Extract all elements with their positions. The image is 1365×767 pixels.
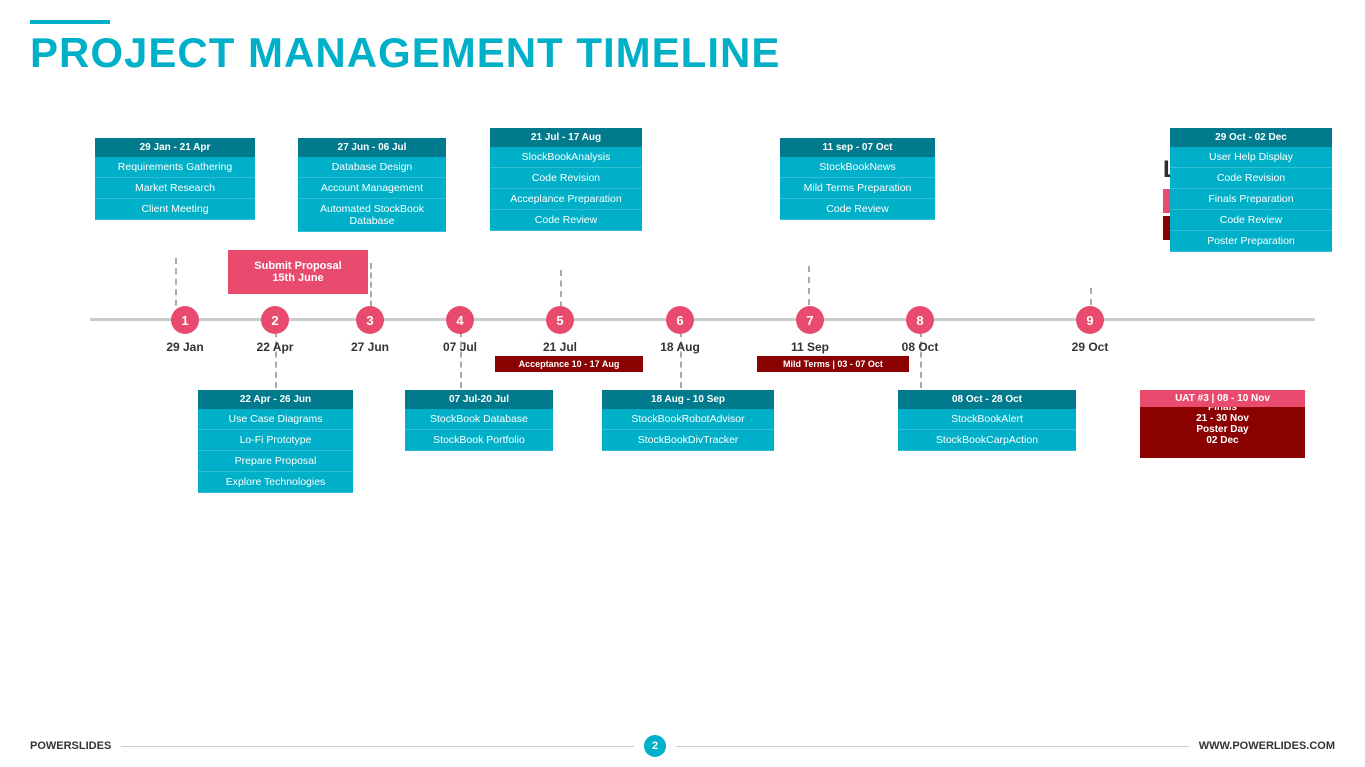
top-card-5-item4: Code Review bbox=[1170, 210, 1332, 231]
top-card-3-item3: Acceplance Preparation bbox=[490, 189, 642, 210]
footer-page: 2 bbox=[644, 735, 666, 757]
bc5-container: UAT #3 | 08 - 10 Nov Finals21 - 30 NovPo… bbox=[1140, 390, 1305, 458]
top-card-5-item1: User Help Display bbox=[1170, 147, 1332, 168]
bc4-item1: StockBookAlert bbox=[898, 409, 1076, 430]
top-card-1: 29 Jan - 21 Apr Requirements Gathering M… bbox=[95, 138, 255, 220]
top-card-4-item1: StockBookNews bbox=[780, 157, 935, 178]
bc2-item1: StockBook Database bbox=[405, 409, 553, 430]
node-7: 7 bbox=[796, 306, 824, 334]
node-5: 5 bbox=[546, 306, 574, 334]
page-title: PROJECT MANAGEMENT TIMELINE bbox=[30, 32, 1335, 74]
footer-line-left bbox=[121, 746, 634, 747]
node-8: 8 bbox=[906, 306, 934, 334]
bc1-item2: Lo-Fi Prototype bbox=[198, 430, 353, 451]
top-card-2-item2: Account Management bbox=[298, 178, 446, 199]
node-label-3: 27 Jun bbox=[351, 340, 389, 354]
top-card-1-item2: Market Research bbox=[95, 178, 255, 199]
node-label-2: 22 Apr bbox=[257, 340, 294, 354]
node-label-8: 08 Oct bbox=[902, 340, 939, 354]
bottom-card-4: 08 Oct - 28 Oct StockBookAlert StockBook… bbox=[898, 390, 1076, 451]
top-card-2: 27 Jun - 06 Jul Database Design Account … bbox=[298, 138, 446, 232]
title-part1: PROJECT MANAGEMENT bbox=[30, 29, 576, 76]
node-label-9: 29 Oct bbox=[1072, 340, 1109, 354]
uat2-sub: Mild Terms | 03 - 07 Oct bbox=[757, 356, 909, 372]
bc3-header: 18 Aug - 10 Sep bbox=[602, 390, 774, 409]
node-4: 4 bbox=[446, 306, 474, 334]
top-card-1-header: 29 Jan - 21 Apr bbox=[95, 138, 255, 157]
top-card-4-item2: Mild Terms Preparation bbox=[780, 178, 935, 199]
bc1-item3: Prepare Proposal bbox=[198, 451, 353, 472]
node-6: 6 bbox=[666, 306, 694, 334]
top-card-5-item5: Poster Preparation bbox=[1170, 231, 1332, 252]
top-card-4-item3: Code Review bbox=[780, 199, 935, 220]
timeline-area: 1 29 Jan 2 22 Apr 3 27 Jun 4 07 Jul 5 21… bbox=[30, 88, 1335, 668]
header-bar bbox=[30, 20, 110, 24]
top-card-5-item2: Code Revision bbox=[1170, 168, 1332, 189]
top-card-5: 29 Oct - 02 Dec User Help Display Code R… bbox=[1170, 128, 1332, 252]
footer-right: WWW.POWERLIDES.COM bbox=[1199, 740, 1335, 752]
top-card-3-item4: Code Review bbox=[490, 210, 642, 231]
node-1: 1 bbox=[171, 306, 199, 334]
top-card-3-item1: SlockBookAnalysis bbox=[490, 147, 642, 168]
bc1-header: 22 Apr - 26 Jun bbox=[198, 390, 353, 409]
bc4-header: 08 Oct - 28 Oct bbox=[898, 390, 1076, 409]
proposal-box: Submit Proposal15th June bbox=[228, 250, 368, 294]
bc2-item2: StockBook Portfolio bbox=[405, 430, 553, 451]
bc5-uat3: UAT #3 | 08 - 10 Nov bbox=[1140, 390, 1305, 407]
top-card-4: 11 sep - 07 Oct StockBookNews Mild Terms… bbox=[780, 138, 935, 220]
bc1-item4: Explore Technologies bbox=[198, 472, 353, 493]
top-card-3-header: 21 Jul - 17 Aug bbox=[490, 128, 642, 147]
top-card-2-item3: Automated StockBook Database bbox=[298, 199, 446, 232]
top-card-1-item3: Client Meeting bbox=[95, 199, 255, 220]
bc3-item1: StockBookRobotAdvisor bbox=[602, 409, 774, 430]
top-card-3-item2: Code Revision bbox=[490, 168, 642, 189]
node-label-4: 07 Jul bbox=[443, 340, 477, 354]
node-2: 2 bbox=[261, 306, 289, 334]
bc2-header: 07 Jul-20 Jul bbox=[405, 390, 553, 409]
node-9: 9 bbox=[1076, 306, 1104, 334]
bc3-item2: StockBookDivTracker bbox=[602, 430, 774, 451]
top-card-1-item1: Requirements Gathering bbox=[95, 157, 255, 178]
top-card-2-header: 27 Jun - 06 Jul bbox=[298, 138, 446, 157]
footer: POWERSLIDES 2 WWW.POWERLIDES.COM bbox=[30, 735, 1335, 757]
title-part2: TIMELINE bbox=[576, 29, 780, 76]
node-3: 3 bbox=[356, 306, 384, 334]
bottom-card-1: 22 Apr - 26 Jun Use Case Diagrams Lo-Fi … bbox=[198, 390, 353, 493]
footer-line-right bbox=[676, 746, 1189, 747]
footer-left: POWERSLIDES bbox=[30, 740, 111, 752]
top-card-4-header: 11 sep - 07 Oct bbox=[780, 138, 935, 157]
top-card-5-item3: Finals Preparation bbox=[1170, 189, 1332, 210]
node-label-7: 11 Sep bbox=[791, 340, 829, 354]
bottom-card-2: 07 Jul-20 Jul StockBook Database StockBo… bbox=[405, 390, 553, 451]
top-card-5-header: 29 Oct - 02 Dec bbox=[1170, 128, 1332, 147]
node-label-6: 18 Aug bbox=[660, 340, 700, 354]
uat1-sub: Acceptance 10 - 17 Aug bbox=[495, 356, 643, 372]
top-card-3: 21 Jul - 17 Aug SlockBookAnalysis Code R… bbox=[490, 128, 642, 231]
node-label-1: 29 Jan bbox=[166, 340, 203, 354]
bottom-card-3: 18 Aug - 10 Sep StockBookRobotAdvisor St… bbox=[602, 390, 774, 451]
bc4-item2: StockBookCarpAction bbox=[898, 430, 1076, 451]
bc1-item1: Use Case Diagrams bbox=[198, 409, 353, 430]
slide: PROJECT MANAGEMENT TIMELINE 1 29 Jan 2 2… bbox=[0, 0, 1365, 767]
top-card-2-item1: Database Design bbox=[298, 157, 446, 178]
node-label-5: 21 Jul bbox=[543, 340, 577, 354]
